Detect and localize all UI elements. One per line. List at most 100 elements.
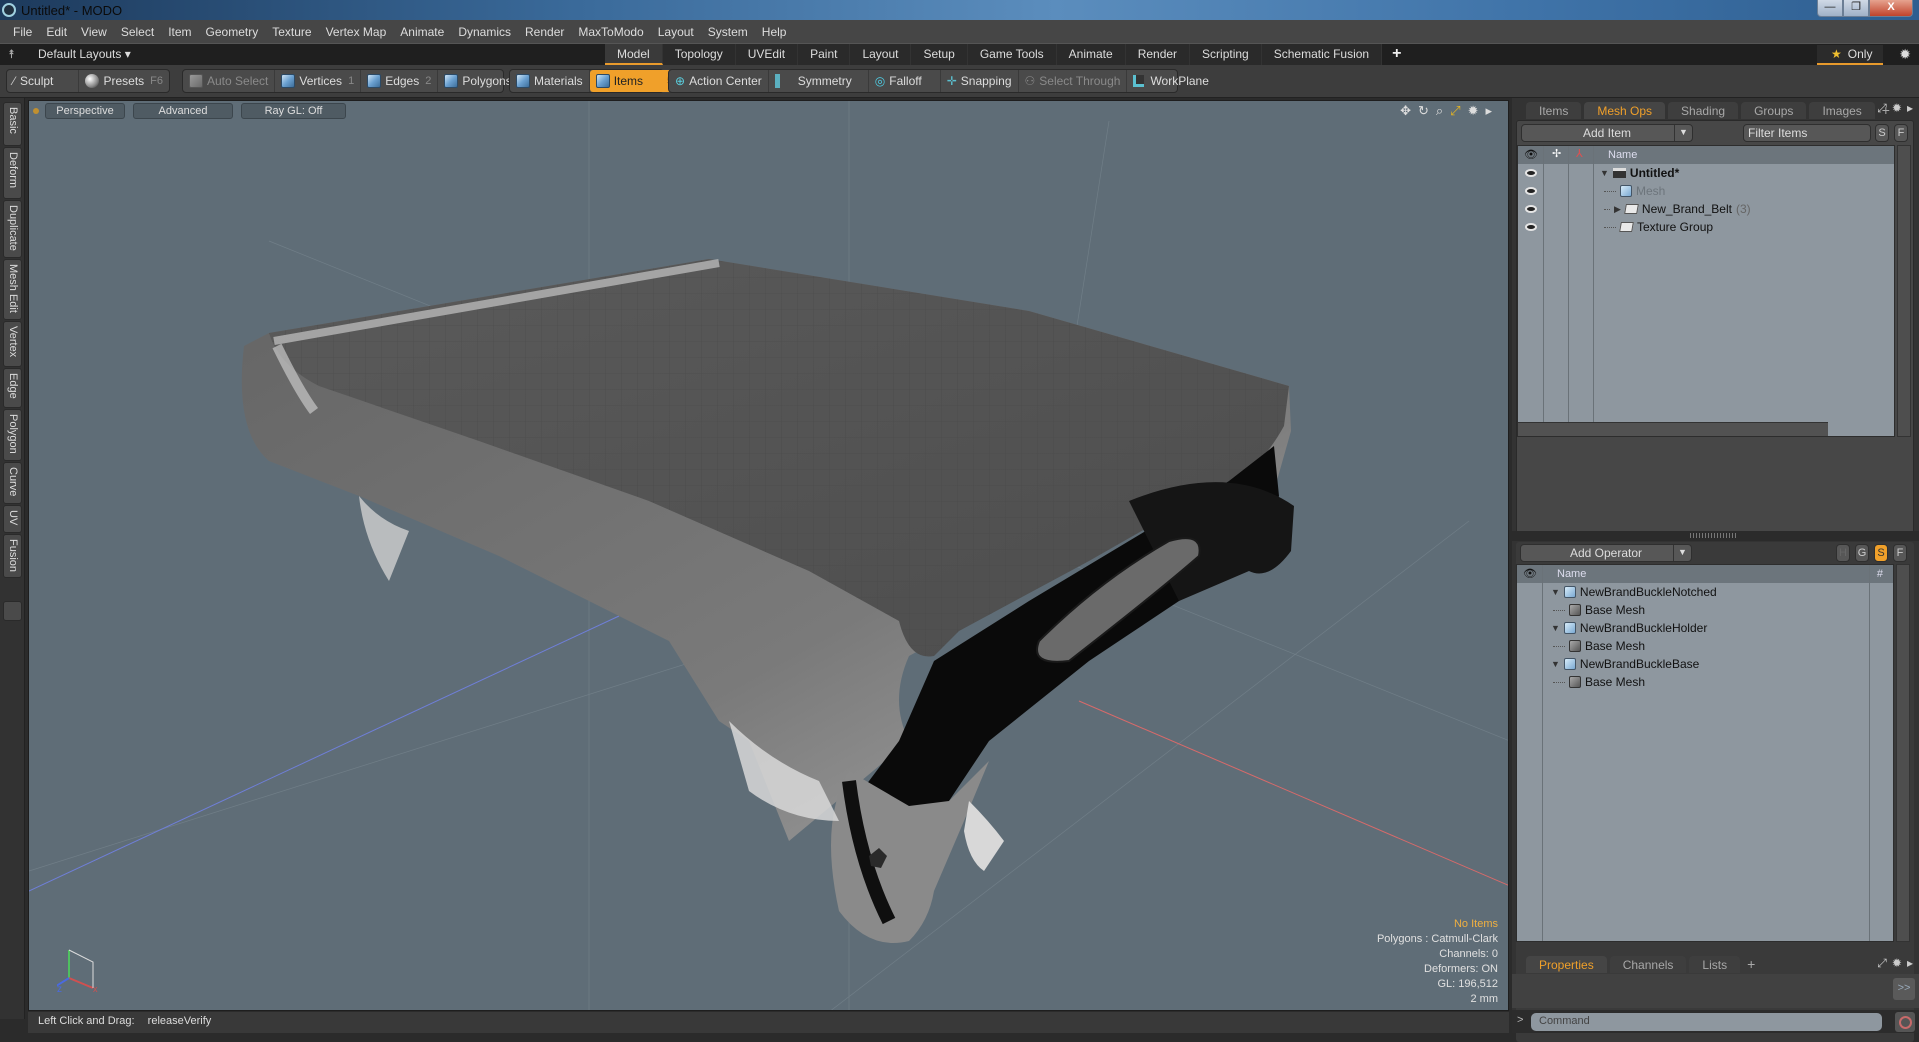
panel-gear-icon[interactable]: ✹ bbox=[1892, 101, 1902, 116]
layout-tab-layout[interactable]: Layout bbox=[850, 44, 912, 65]
filter-f-button[interactable]: F bbox=[1894, 124, 1908, 142]
layout-tab-render[interactable]: Render bbox=[1125, 44, 1191, 65]
op-s-button[interactable]: S bbox=[1874, 544, 1888, 562]
add-layout-tab-button[interactable]: + bbox=[1382, 44, 1411, 66]
layout-tab-schematic-fusion[interactable]: Schematic Fusion bbox=[1261, 44, 1383, 65]
expand-triangle-icon[interactable]: ▼ bbox=[1551, 623, 1560, 633]
layout-tab-uvedit[interactable]: UVEdit bbox=[735, 44, 799, 65]
edges-button[interactable]: Edges 2 bbox=[361, 70, 439, 92]
tool-tab-curve[interactable]: Curve bbox=[3, 462, 22, 504]
restore-button[interactable]: ❐ bbox=[1843, 0, 1869, 17]
expand-triangle-icon[interactable]: ▼ bbox=[1600, 168, 1609, 178]
tool-tab-duplicate[interactable]: Duplicate bbox=[3, 200, 22, 258]
tool-tab-extra[interactable] bbox=[3, 601, 22, 621]
add-bottom-tab-button[interactable]: + bbox=[1743, 956, 1759, 973]
raygl-dropdown[interactable]: Ray GL: Off bbox=[241, 103, 346, 119]
operator-child-row[interactable]: Base Mesh bbox=[1517, 637, 1893, 655]
panel-menu-icon[interactable]: ▸ bbox=[1907, 101, 1913, 116]
horizontal-scrollbar[interactable] bbox=[1518, 422, 1828, 436]
op-f-button[interactable]: F bbox=[1893, 544, 1907, 562]
tool-tab-deform[interactable]: Deform bbox=[3, 147, 22, 199]
tool-tab-fusion[interactable]: Fusion bbox=[3, 534, 22, 578]
eye-icon[interactable] bbox=[1525, 205, 1537, 213]
only-button[interactable]: ★ Only bbox=[1817, 45, 1883, 65]
tree-row-mesh[interactable]: Mesh bbox=[1518, 182, 1894, 200]
expand-properties-button[interactable]: >> bbox=[1893, 978, 1915, 1000]
operator-child-row[interactable]: Base Mesh bbox=[1517, 673, 1893, 691]
layout-home-icon[interactable]: ⯭ bbox=[8, 47, 15, 62]
viewport-more-icon[interactable]: ▸ bbox=[1485, 103, 1492, 119]
tab-images[interactable]: Images bbox=[1809, 102, 1875, 119]
tool-tab-vertex[interactable]: Vertex bbox=[3, 321, 22, 367]
layout-tab-topology[interactable]: Topology bbox=[662, 44, 736, 65]
tab-channels[interactable]: Channels bbox=[1609, 956, 1687, 973]
falloff-button[interactable]: ◎ Falloff bbox=[869, 70, 941, 92]
maximize-panel-icon[interactable]: ⤢ bbox=[1877, 101, 1887, 116]
menu-maxtomodo[interactable]: MaxToModo bbox=[571, 25, 650, 39]
tool-tab-edge[interactable]: Edge bbox=[3, 368, 22, 408]
menu-render[interactable]: Render bbox=[518, 25, 571, 39]
operator-row[interactable]: ▼ NewBrandBuckleBase bbox=[1517, 655, 1893, 673]
pan-icon[interactable]: ✥ bbox=[1400, 103, 1411, 119]
menu-texture[interactable]: Texture bbox=[265, 25, 318, 39]
vertical-scrollbar[interactable] bbox=[1897, 145, 1911, 437]
close-button[interactable]: X bbox=[1869, 0, 1913, 17]
tab-items[interactable]: Items bbox=[1526, 102, 1582, 119]
symmetry-button[interactable]: Symmetry bbox=[769, 70, 869, 92]
layout-tab-animate[interactable]: Animate bbox=[1056, 44, 1126, 65]
operator-child-row[interactable]: Base Mesh bbox=[1517, 601, 1893, 619]
filter-items-input[interactable]: Filter Items bbox=[1743, 124, 1871, 142]
snapping-button[interactable]: ✛ Snapping bbox=[941, 70, 1019, 92]
gear-icon[interactable]: ✹ bbox=[1899, 46, 1911, 63]
sculpt-button[interactable]: ⁄ Sculpt bbox=[7, 70, 80, 92]
add-operator-dropdown[interactable]: Add Operator ▼ bbox=[1520, 544, 1692, 562]
menu-file[interactable]: File bbox=[6, 25, 39, 39]
select-through-button[interactable]: ⚇ Select Through bbox=[1019, 70, 1128, 92]
operator-row[interactable]: ▼ NewBrandBuckleHolder bbox=[1517, 619, 1893, 637]
tree-row-texture-group[interactable]: Texture Group bbox=[1518, 218, 1894, 236]
layout-tab-setup[interactable]: Setup bbox=[911, 44, 968, 65]
menu-select[interactable]: Select bbox=[114, 25, 161, 39]
tab-mesh-ops[interactable]: Mesh Ops bbox=[1584, 102, 1666, 119]
operator-row[interactable]: ▼ NewBrandBuckleNotched bbox=[1517, 583, 1893, 601]
collapse-triangle-icon[interactable]: ▶ bbox=[1614, 204, 1621, 215]
expand-triangle-icon[interactable]: ▼ bbox=[1551, 659, 1560, 669]
menu-geometry[interactable]: Geometry bbox=[199, 25, 266, 39]
layout-tab-scripting[interactable]: Scripting bbox=[1190, 44, 1262, 65]
auto-select-button[interactable]: Auto Select bbox=[183, 70, 276, 92]
menu-item[interactable]: Item bbox=[161, 25, 198, 39]
workplane-button[interactable]: WorkPlane bbox=[1127, 70, 1214, 92]
items-button[interactable]: Items5 bbox=[589, 70, 680, 92]
panel-splitter[interactable] bbox=[1512, 531, 1919, 541]
action-center-button[interactable]: ⊕ Action Center bbox=[669, 70, 769, 92]
menu-help[interactable]: Help bbox=[755, 25, 794, 39]
eye-icon[interactable] bbox=[1525, 169, 1537, 177]
op-h-button[interactable]: H bbox=[1836, 544, 1850, 562]
command-input[interactable]: Command bbox=[1531, 1013, 1882, 1031]
zoom-icon[interactable]: ⌕ bbox=[1436, 103, 1443, 119]
3d-viewport[interactable]: Perspective Advanced Ray GL: Off ✥ ↻ ⌕ ⤢… bbox=[28, 100, 1509, 1011]
layout-tab-game-tools[interactable]: Game Tools bbox=[967, 44, 1057, 65]
tool-tab-mesh-edit[interactable]: Mesh Edit bbox=[3, 259, 22, 320]
default-layouts-dropdown[interactable]: Default Layouts ▾ bbox=[38, 47, 131, 61]
add-item-dropdown[interactable]: Add Item ▼ bbox=[1521, 124, 1693, 142]
tab-shading[interactable]: Shading bbox=[1668, 102, 1739, 119]
panel-gear-icon[interactable]: ✹ bbox=[1892, 956, 1902, 971]
menu-vertex-map[interactable]: Vertex Map bbox=[319, 25, 394, 39]
menu-view[interactable]: View bbox=[74, 25, 114, 39]
polygons-button[interactable]: Polygons bbox=[438, 70, 517, 92]
viewport-gear-icon[interactable]: ✹ bbox=[1468, 103, 1479, 119]
rotate-icon[interactable]: ↻ bbox=[1418, 103, 1429, 119]
viewport-options-dot[interactable] bbox=[33, 108, 39, 114]
materials-button[interactable]: Materials bbox=[510, 70, 590, 92]
vertices-button[interactable]: Vertices 1 bbox=[275, 70, 362, 92]
layout-tab-model[interactable]: Model bbox=[605, 44, 663, 65]
tab-properties[interactable]: Properties bbox=[1526, 956, 1607, 973]
operators-scrollbar[interactable] bbox=[1896, 564, 1910, 942]
tool-tab-basic[interactable]: Basic bbox=[3, 102, 22, 146]
record-macro-button[interactable] bbox=[1895, 1012, 1915, 1032]
eye-icon[interactable] bbox=[1525, 187, 1537, 195]
menu-system[interactable]: System bbox=[701, 25, 755, 39]
menu-dynamics[interactable]: Dynamics bbox=[451, 25, 518, 39]
tool-tab-uv[interactable]: UV bbox=[3, 505, 22, 533]
